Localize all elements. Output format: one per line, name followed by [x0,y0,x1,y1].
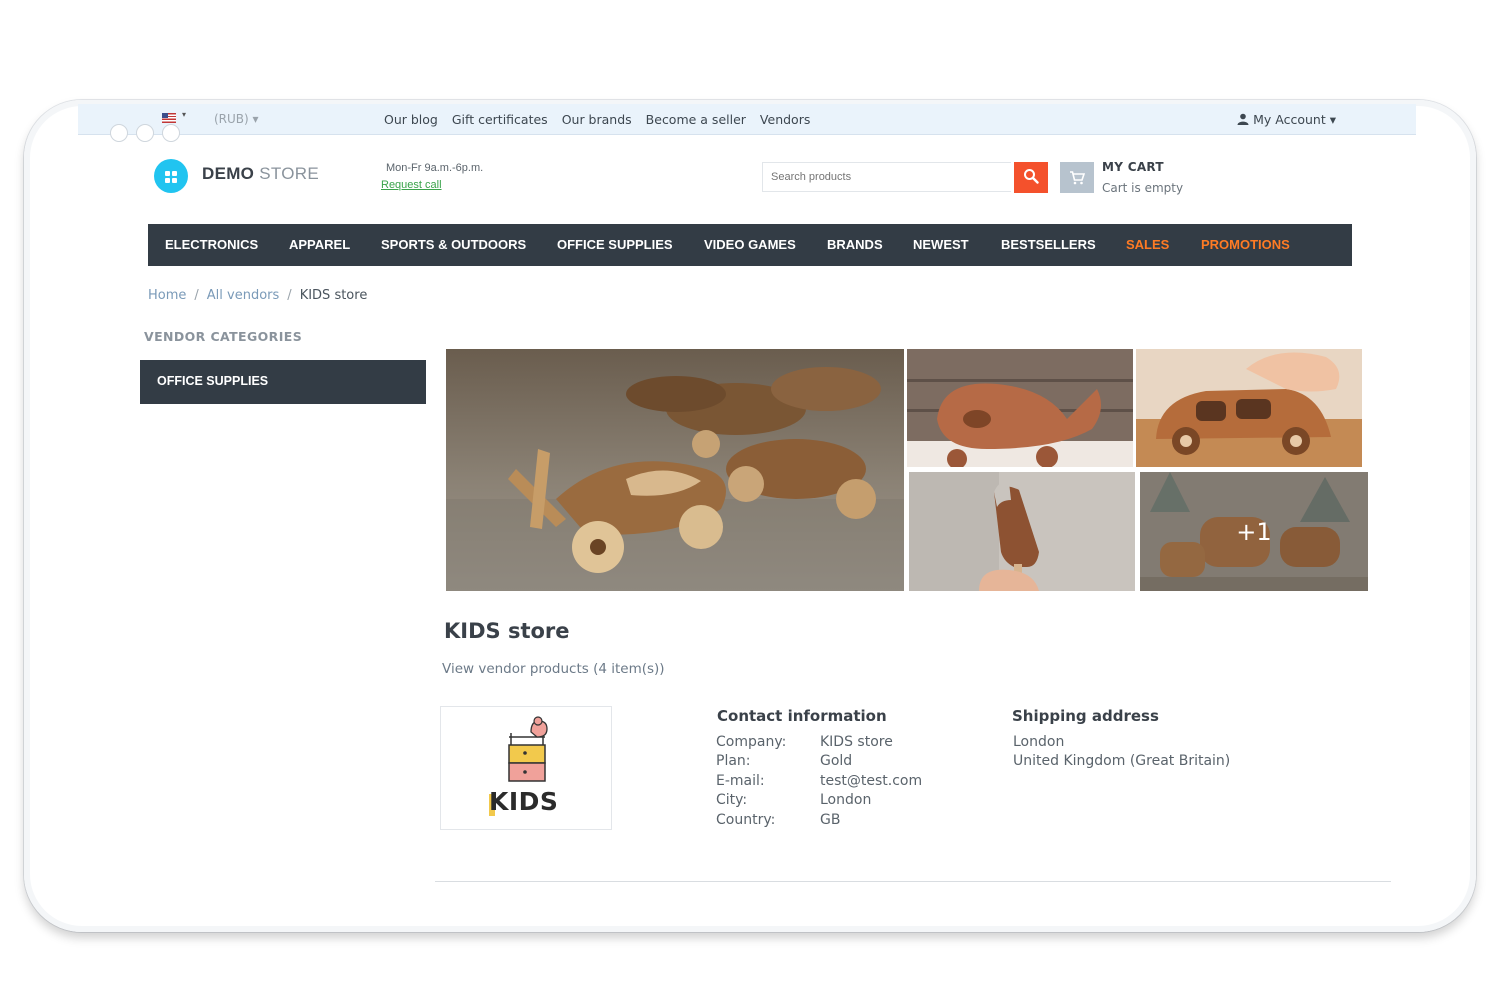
contact-label: Plan: [716,753,751,769]
store-logo-text[interactable]: DEMO STORE [202,164,319,184]
category-item-label: OFFICE SUPPLIES [157,374,269,388]
breadcrumb-home[interactable]: Home [148,288,186,303]
contact-value: London [820,792,872,808]
vendor-categories-title: VENDOR CATEGORIES [144,329,303,344]
cart-button[interactable] [1060,162,1094,193]
nav-video-games[interactable]: VIDEO GAMES [704,237,796,252]
nav-promotions[interactable]: PROMOTIONS [1201,237,1290,252]
working-hours: Mon-Fr 9a.m.-6p.m. [386,162,484,174]
content-divider [435,881,1391,882]
breadcrumb-all-vendors[interactable]: All vendors [207,288,280,303]
breadcrumb-separator: / [287,288,292,303]
category-item-office-supplies[interactable]: OFFICE SUPPLIES [140,360,426,404]
currency-selector[interactable]: (RUB) ▾ [214,112,259,126]
link-vendors[interactable]: Vendors [760,112,810,127]
nav-office-supplies[interactable]: OFFICE SUPPLIES [557,237,673,252]
vendor-name: KIDS store [444,619,570,643]
link-gift-certificates[interactable]: Gift certificates [452,112,548,127]
nav-bestsellers[interactable]: BESTSELLERS [1001,237,1096,252]
contact-label: City: [716,792,748,808]
us-flag-icon[interactable] [162,113,176,123]
more-images-overlay[interactable]: +1 [1140,472,1368,591]
link-our-blog[interactable]: Our blog [384,112,438,127]
shipping-line: London [1013,734,1065,750]
cart-title[interactable]: MY CART [1102,160,1164,174]
top-links: Our blog Gift certificates Our brands Becom… [384,112,824,127]
main-navigation: ELECTRONICS APPAREL SPORTS & OUTDOORS OF… [148,224,1352,266]
contact-email[interactable]: test@test.com [820,773,922,789]
window-dot-icon[interactable] [110,124,128,142]
contact-value: Gold [820,753,853,769]
nav-electronics[interactable]: ELECTRONICS [165,237,258,252]
gallery-image-popsicle[interactable] [909,472,1135,591]
wooden-car-image [1136,349,1362,467]
shipping-line: United Kingdom (Great Britain) [1013,753,1231,769]
caret-down-icon: ▾ [252,112,259,126]
search-button[interactable] [1014,162,1048,193]
vendor-products-link[interactable]: View vendor products (4 item(s)) [442,661,665,677]
store-logo-icon[interactable] [154,159,188,193]
nav-apparel[interactable]: APPAREL [289,237,350,252]
caret-down-icon: ▾ [1329,112,1336,127]
contact-label: Company: [716,734,787,750]
my-account-menu[interactable]: My Account ▾ [1237,112,1336,127]
gallery-image-main[interactable] [446,349,904,591]
breadcrumb-separator: / [194,288,199,303]
currency-label: (RUB) [214,112,249,126]
contact-info-title: Contact information [717,707,887,725]
cart-status: Cart is empty [1102,181,1184,195]
breadcrumb-current: KIDS store [299,288,368,303]
window-controls [110,124,188,145]
contact-label: Country: [716,812,776,828]
link-become-seller[interactable]: Become a seller [646,112,746,127]
wooden-popsicle-image [909,472,1135,591]
my-account-label: My Account [1253,112,1326,127]
vendor-logo: KIDS [440,706,612,830]
contact-value: GB [820,812,841,828]
logo-light: STORE [259,164,319,183]
link-our-brands[interactable]: Our brands [562,112,632,127]
search-input[interactable] [762,162,1011,192]
nav-sales[interactable]: SALES [1126,237,1169,252]
gallery-image-more[interactable]: +1 [1140,472,1368,591]
contact-value: KIDS store [820,734,893,750]
nav-brands[interactable]: BRANDS [827,237,883,252]
window-dot-icon[interactable] [136,124,154,142]
contact-label: E-mail: [716,773,765,789]
request-call-link[interactable]: Request call [381,179,442,191]
gallery-image-car[interactable] [1136,349,1362,467]
nav-sports-outdoors[interactable]: SPORTS & OUTDOORS [381,237,526,252]
wooden-whale-image [907,349,1133,467]
shipping-address-title: Shipping address [1012,707,1159,725]
caret-down-icon[interactable]: ▾ [182,110,186,119]
logo-bold: DEMO [202,164,255,183]
browser-screen: ▾ (RUB) ▾ Our blog Gift certificates Our b… [78,104,1416,914]
user-icon [1237,113,1249,125]
cart-icon [1070,171,1086,185]
gallery-image-whale[interactable] [907,349,1133,467]
breadcrumb: Home / All vendors / KIDS store [148,288,367,303]
wooden-plane-image [446,349,904,591]
nav-newest[interactable]: NEWEST [913,237,969,252]
top-bar: ▾ (RUB) ▾ Our blog Gift certificates Our b… [78,104,1416,142]
window-dot-icon[interactable] [162,124,180,142]
search-icon [1024,169,1039,184]
vendor-logo-text: KIDS [489,787,559,816]
